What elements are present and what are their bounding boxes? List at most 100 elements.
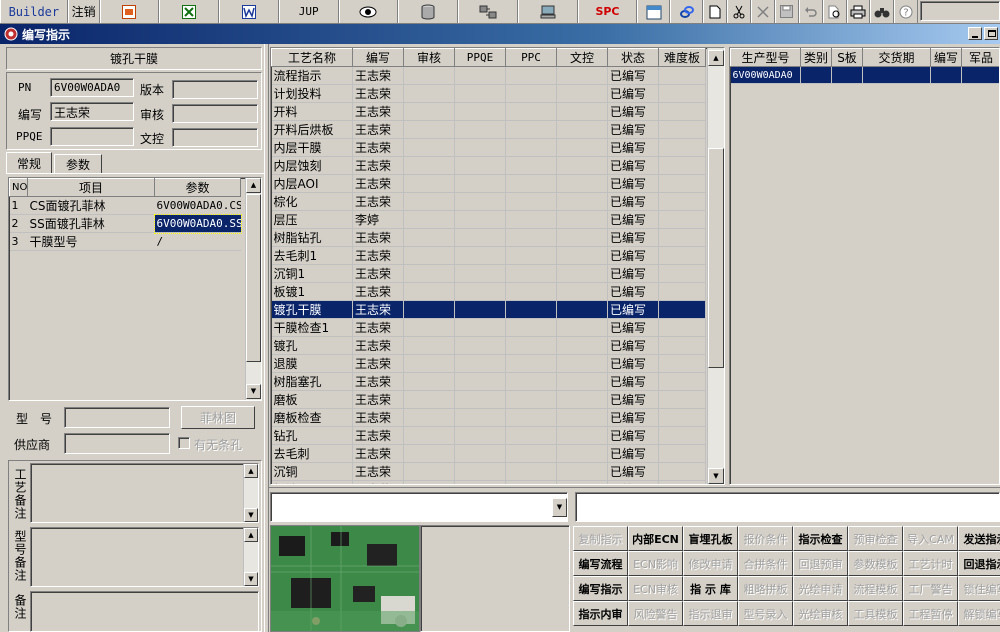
param-row[interactable]: 1 CS面镀孔菲林 6V00W0ADA0.CS — [9, 196, 241, 215]
action-button[interactable]: 光绘申请 — [793, 576, 848, 601]
action-button[interactable]: 发送指示 — [958, 526, 1000, 551]
action-button[interactable]: 风险警告 — [628, 601, 683, 626]
table-row[interactable]: 计划投料 王志荣 已编写 — [271, 84, 706, 103]
action-button[interactable]: 编写指示 — [573, 576, 628, 601]
action-button[interactable]: 报价条件 — [738, 526, 793, 551]
builder-button[interactable]: Builder — [0, 0, 68, 23]
table-row[interactable]: 流程指示 王志荣 已编写 — [271, 66, 706, 85]
tab-params[interactable]: 参数 — [54, 154, 102, 173]
action-button[interactable]: ECN审核 — [628, 576, 683, 601]
action-button[interactable]: 回退预审 — [793, 551, 848, 576]
table-row[interactable]: 开料 王志荣 已编写 — [271, 102, 706, 121]
model-col-author[interactable]: 编写 — [930, 48, 962, 67]
process-scrollbar[interactable]: ▲ ▼ — [707, 48, 724, 484]
param-scrollbar[interactable]: ▲ ▼ — [245, 178, 261, 400]
computer-icon[interactable] — [517, 0, 578, 23]
version-field[interactable] — [172, 80, 258, 99]
action-button[interactable]: 工艺计时 — [903, 551, 958, 576]
scroll-up-icon[interactable]: ▲ — [244, 464, 258, 478]
word-icon[interactable] — [219, 0, 279, 23]
scroll-down-icon[interactable]: ▼ — [244, 508, 258, 522]
action-button[interactable]: ECN影响 — [628, 551, 683, 576]
pn-field[interactable]: 6V00W0ADA0 — [50, 78, 134, 97]
powerpoint-icon[interactable] — [99, 0, 160, 23]
chevron-down-icon[interactable]: ▼ — [552, 498, 567, 517]
minimize-button[interactable] — [968, 27, 982, 40]
proc-col-ppc[interactable]: PPC — [505, 48, 557, 67]
vertical-splitter[interactable] — [264, 44, 269, 632]
ppqe-field[interactable] — [50, 127, 134, 146]
proc-col-difficulty[interactable]: 难度板 — [658, 48, 706, 67]
model-field[interactable] — [64, 407, 170, 428]
action-button[interactable]: 预审检查 — [848, 526, 903, 551]
table-row[interactable]: 去毛刺1 王志荣 已编写 — [271, 246, 706, 265]
action-button[interactable]: 复制指示 — [573, 526, 628, 551]
preview-icon[interactable] — [822, 0, 847, 23]
model-col-category[interactable]: 类别 — [800, 48, 832, 67]
action-button[interactable]: 盲埋孔板 — [683, 526, 738, 551]
table-row[interactable]: 退膜 王志荣 已编写 — [271, 354, 706, 373]
table-row[interactable]: 板镀王志荣 已编写 — [271, 480, 706, 484]
action-button[interactable]: 型号录入 — [738, 601, 793, 626]
supplier-field[interactable] — [64, 433, 170, 454]
scroll-down-icon[interactable]: ▼ — [708, 468, 724, 484]
param-row[interactable]: 3 干膜型号 / — [9, 232, 241, 251]
table-row[interactable]: 层压 李婷 已编写 — [271, 210, 706, 229]
table-row[interactable]: 沉铜 王志荣 已编写 — [271, 462, 706, 481]
action-button[interactable]: 指示内审 — [573, 601, 628, 626]
process-note-scrollbar[interactable]: ▲ ▼ — [243, 464, 258, 522]
action-button[interactable]: 工具模板 — [848, 601, 903, 626]
action-button[interactable]: 工厂警告 — [903, 576, 958, 601]
scroll-up-icon[interactable]: ▲ — [244, 528, 258, 542]
model-col-delivery[interactable]: 交货期 — [862, 48, 931, 67]
process-note-field[interactable]: ▲ ▼ — [30, 463, 259, 523]
table-row[interactable]: 镀孔干膜 王志荣 已编写 — [271, 300, 706, 319]
print-icon[interactable] — [846, 0, 871, 23]
proc-col-doccontrol[interactable]: 文控 — [556, 48, 608, 67]
view-eye-icon[interactable] — [338, 0, 399, 23]
scroll-down-icon[interactable]: ▼ — [246, 384, 261, 399]
table-row[interactable]: 磨板 王志荣 已编写 — [271, 390, 706, 409]
param-value-selected[interactable]: 6V00W0ADA0.SS — [153, 213, 242, 234]
action-button[interactable]: 内部ECN — [628, 526, 683, 551]
scroll-up-icon[interactable]: ▲ — [708, 50, 724, 66]
proc-col-author[interactable]: 编写 — [352, 48, 404, 67]
proc-col-status[interactable]: 状态 — [607, 48, 659, 67]
jup-button[interactable]: JUP — [278, 0, 339, 23]
table-row[interactable]: 钻孔 王志荣 已编写 — [271, 426, 706, 445]
table-row[interactable]: 去毛刺 王志荣 已编写 — [271, 444, 706, 463]
action-button[interactable]: 指 示 库 — [683, 576, 738, 601]
save-icon[interactable] — [774, 0, 799, 23]
action-button[interactable]: 编写流程 — [573, 551, 628, 576]
horizontal-splitter[interactable] — [269, 487, 1000, 489]
tab-general[interactable]: 常规 — [6, 152, 52, 173]
model-col-sboard[interactable]: S板 — [831, 48, 863, 67]
action-button[interactable]: 指示检查 — [793, 526, 848, 551]
table-row[interactable]: 开料后烘板 王志荣 已编写 — [271, 120, 706, 139]
action-button[interactable]: 合拼条件 — [738, 551, 793, 576]
action-button[interactable]: 解锁编写 — [958, 601, 1000, 626]
param-row[interactable]: 2 SS面镀孔菲林 6V00W0ADA0.SS — [9, 213, 242, 234]
find-binoculars-icon[interactable] — [870, 0, 895, 23]
action-button[interactable]: 流程模板 — [848, 576, 903, 601]
table-row[interactable]: 磨板检查 王志荣 已编写 — [271, 408, 706, 427]
cut-icon[interactable] — [727, 0, 751, 23]
table-row[interactable]: 内层AOI 王志荣 已编写 — [271, 174, 706, 193]
help-icon[interactable]: ? — [894, 0, 919, 23]
param-scroll-thumb[interactable] — [246, 194, 261, 362]
model-row[interactable]: 6V00W0ADA0 — [730, 66, 999, 84]
database-icon[interactable] — [398, 0, 459, 23]
proc-col-ppqe[interactable]: PPQE — [454, 48, 506, 67]
model-note-field[interactable]: ▲ ▼ — [30, 527, 259, 587]
model-col-prodmodel[interactable]: 生产型号 — [730, 48, 801, 67]
spc-button[interactable]: SPC — [577, 0, 638, 23]
scroll-up-icon[interactable]: ▲ — [246, 178, 261, 193]
table-row[interactable]: 树脂塞孔 王志荣 已编写 — [271, 372, 706, 391]
action-button[interactable]: 光绘审核 — [793, 601, 848, 626]
author-field[interactable]: 王志荣 — [50, 102, 134, 121]
table-row[interactable]: 镀孔 王志荣 已编写 — [271, 336, 706, 355]
table-row[interactable]: 内层干膜 王志荣 已编写 — [271, 138, 706, 157]
undo-icon[interactable] — [798, 0, 823, 23]
combo-left[interactable]: ▼ — [270, 492, 568, 522]
action-button[interactable]: 参数模板 — [848, 551, 903, 576]
